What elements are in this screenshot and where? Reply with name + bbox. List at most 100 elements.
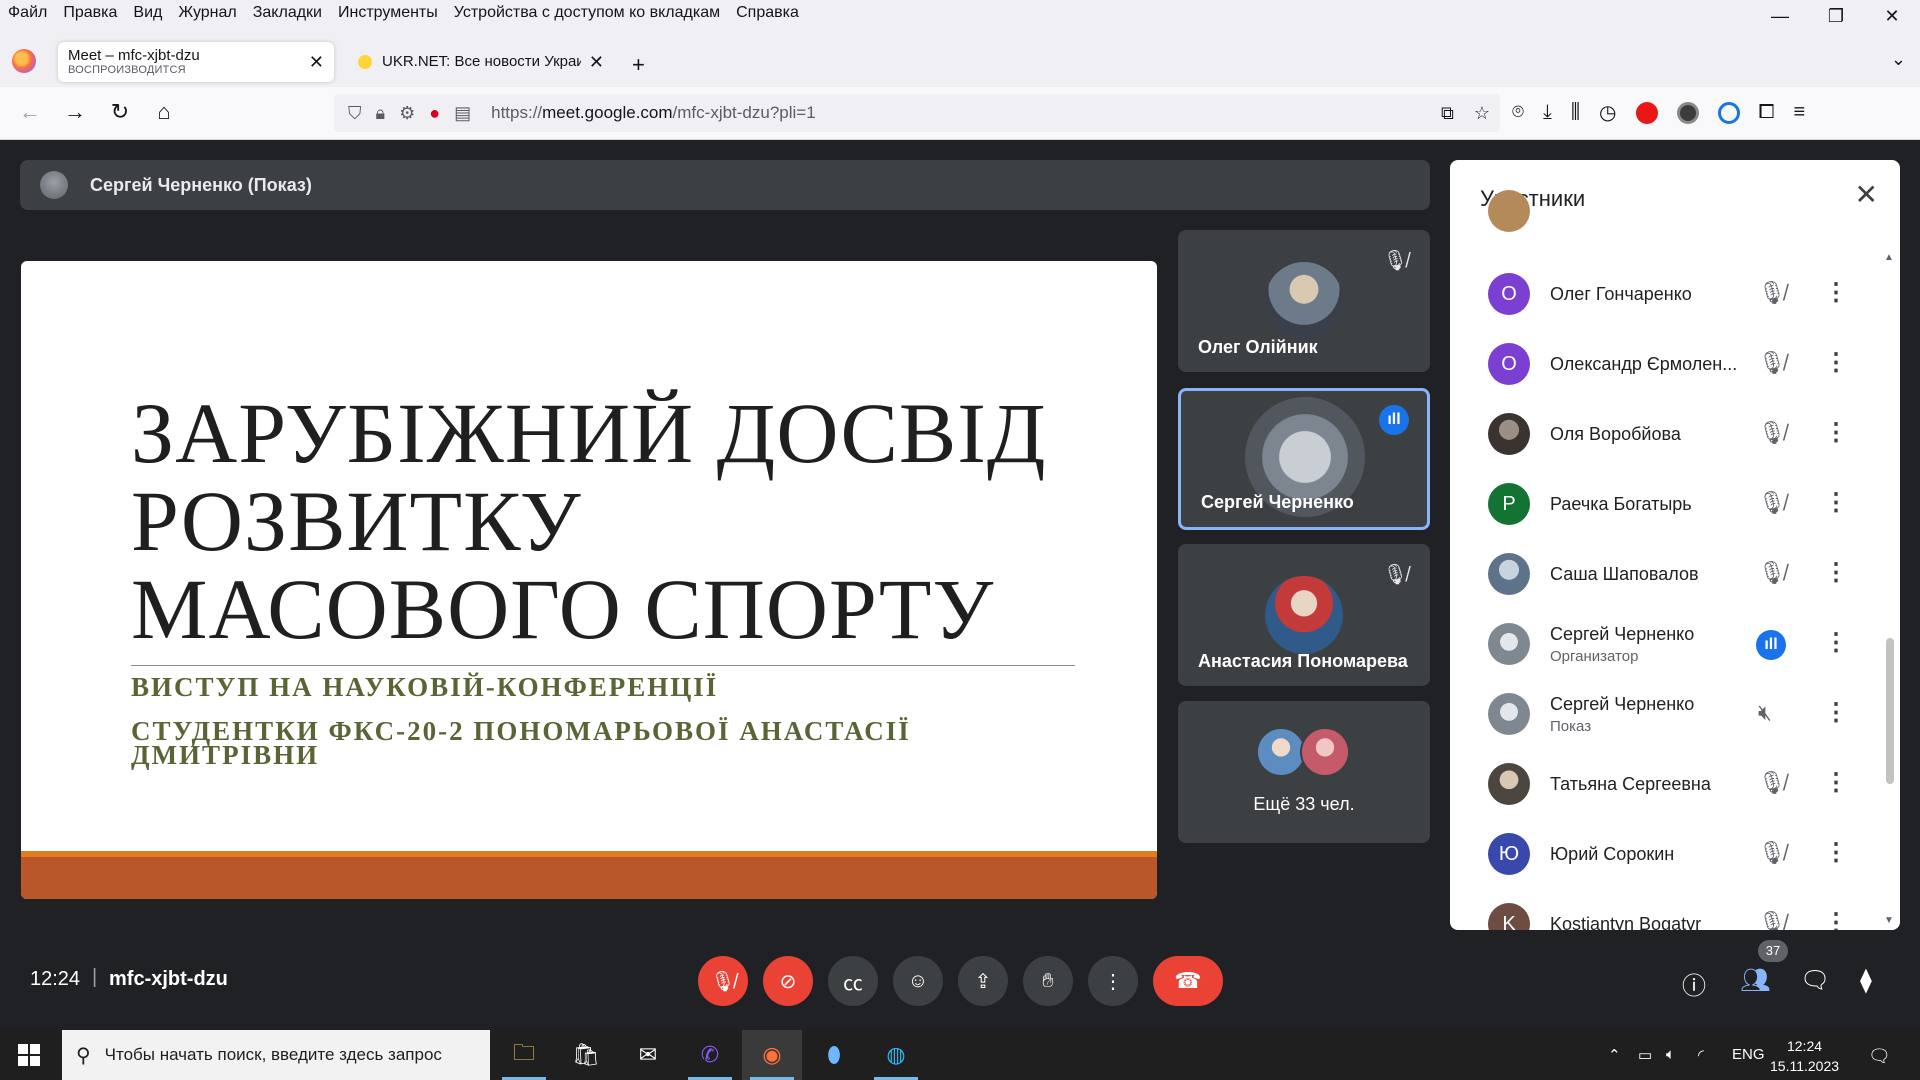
more-options-icon[interactable]: ⋮: [1824, 418, 1848, 447]
home-icon[interactable]: ⌂: [150, 99, 178, 125]
list-item[interactable]: Оля Воробйова 🎙︎̸ ⋮: [1450, 400, 1880, 470]
list-item[interactable]: Ю Юрий Сорокин 🎙︎̸ ⋮: [1450, 820, 1880, 890]
network-icon[interactable]: ◜: [1698, 1046, 1704, 1064]
shield-icon[interactable]: ⛉: [348, 103, 362, 124]
more-options-icon[interactable]: ⋮: [1824, 838, 1848, 867]
more-options-icon[interactable]: ⋮: [1824, 278, 1848, 307]
list-item[interactable]: Р Раечка Богатырь 🎙︎̸ ⋮: [1450, 470, 1880, 540]
more-options-icon[interactable]: ⋮: [1824, 558, 1848, 587]
adblock-extension-icon[interactable]: [1635, 101, 1658, 124]
mail-icon[interactable]: ✉︎: [618, 1030, 678, 1080]
vpn-extension-icon[interactable]: [1717, 101, 1740, 124]
camera-toggle-button[interactable]: ⊘: [763, 956, 813, 1006]
participant-tile[interactable]: 🎙︎̸ Олег Олійник: [1178, 230, 1430, 372]
tab-ukrnet[interactable]: UKR.NET: Все новости Украины ✕: [344, 42, 614, 82]
list-item[interactable]: Сергей Черненко Организатор ıll ⋮: [1450, 610, 1880, 680]
downloads-icon[interactable]: ⤓: [1543, 101, 1552, 124]
menu-tools[interactable]: Инструменты: [330, 0, 446, 25]
bookmark-star-icon[interactable]: ☆: [1474, 103, 1490, 124]
menu-help[interactable]: Справка: [728, 0, 807, 25]
meeting-code[interactable]: mfc-xjbt-dzu: [109, 968, 228, 991]
reload-icon[interactable]: ↻: [106, 99, 134, 125]
participant-role: Организатор: [1550, 648, 1639, 665]
firefox-icon[interactable]: ◉: [742, 1030, 802, 1080]
picture-in-picture-icon[interactable]: ⧉: [1441, 103, 1454, 124]
menu-bookmarks[interactable]: Закладки: [245, 0, 330, 25]
more-options-icon[interactable]: ⋮: [1824, 698, 1848, 727]
battery-icon[interactable]: ▭: [1638, 1046, 1652, 1064]
forward-icon[interactable]: →: [61, 99, 89, 125]
more-options-icon[interactable]: ⋮: [1824, 348, 1848, 377]
more-options-icon[interactable]: ⋮: [1824, 488, 1848, 517]
microphone-icon[interactable]: ●: [429, 103, 440, 124]
scroll-up-icon[interactable]: ▲: [1884, 252, 1894, 263]
volume-icon[interactable]: 🔈︎: [1666, 1046, 1675, 1063]
avatar: [1265, 576, 1343, 654]
windows-start-icon[interactable]: [18, 1044, 40, 1066]
list-item[interactable]: О Олег Гончаренко 🎙︎̸ ⋮: [1450, 260, 1880, 330]
url-bar[interactable]: ⛉ 🔒︎ ⚙ ● ▤ https://meet.google.com/mfc-x…: [334, 94, 1500, 132]
back-icon[interactable]: ←: [16, 99, 44, 125]
slide-subtitle: ДМИТРІВНИ: [131, 740, 320, 770]
participant-tile[interactable]: 🎙︎̸ Анастасия Пономарева: [1178, 544, 1430, 686]
more-options-icon[interactable]: ⋮: [1824, 768, 1848, 797]
firefox-logo-icon[interactable]: [12, 49, 36, 73]
store-icon[interactable]: 🛍︎: [556, 1030, 616, 1080]
participant-tile-active-speaker[interactable]: ıll Сергей Черненко: [1178, 388, 1430, 530]
avatar: [1488, 413, 1530, 455]
captions-button[interactable]: ㏄: [828, 956, 878, 1006]
activities-icon[interactable]: ⧫: [1860, 966, 1872, 995]
new-tab-icon[interactable]: +: [632, 52, 645, 78]
list-item[interactable]: Саша Шаповалов 🎙︎̸ ⋮: [1450, 540, 1880, 610]
list-item[interactable]: О Олександр Єрмолен... 🎙︎̸ ⋮: [1450, 330, 1880, 400]
close-icon[interactable]: ✕: [1855, 178, 1878, 211]
reader-icon[interactable]: ▤: [454, 103, 471, 124]
taskbar-search-input[interactable]: ⚲ Чтобы начать поиск, введите здесь запр…: [62, 1030, 490, 1080]
url-text[interactable]: https://meet.google.com/mfc-xjbt-dzu?pli…: [491, 103, 816, 123]
participants-scrollbar[interactable]: ▲ ▼: [1884, 250, 1896, 928]
present-screen-button[interactable]: ⇪: [958, 956, 1008, 1006]
hamburger-menu-icon[interactable]: ≡: [1794, 101, 1806, 124]
more-options-icon[interactable]: ⋮: [1824, 908, 1848, 930]
close-tab-icon[interactable]: ✕: [589, 52, 604, 73]
list-item[interactable]: Татьяна Сергеевна 🎙︎̸ ⋮: [1450, 750, 1880, 820]
extension-icon[interactable]: [1676, 101, 1699, 124]
lock-icon[interactable]: 🔒︎: [376, 103, 386, 124]
more-options-icon[interactable]: ⋮: [1824, 628, 1848, 657]
more-options-button[interactable]: ⋮: [1088, 956, 1138, 1006]
close-tab-icon[interactable]: ✕: [309, 52, 324, 73]
file-explorer-icon[interactable]: 🗀︎: [494, 1030, 554, 1080]
menu-synced-tabs[interactable]: Устройства с доступом ко вкладкам: [446, 0, 728, 25]
viber-icon[interactable]: ✆: [680, 1030, 740, 1080]
menu-edit[interactable]: Правка: [55, 0, 125, 25]
end-call-button[interactable]: ☎︎: [1153, 956, 1223, 1006]
meeting-info-icon[interactable]: ⓘ: [1682, 966, 1706, 1001]
maps-icon[interactable]: ⬮: [804, 1030, 864, 1080]
menu-file[interactable]: Файл: [0, 0, 55, 25]
scroll-thumb[interactable]: [1886, 638, 1894, 784]
raise-hand-button[interactable]: ✋︎: [1023, 956, 1073, 1006]
notifications-icon[interactable]: 🗨︎: [1868, 1046, 1891, 1067]
list-item[interactable]: Сергей Черненко Показ 🔇︎ ⋮: [1450, 680, 1880, 750]
permissions-icon[interactable]: ⚙: [399, 103, 415, 124]
scroll-down-icon[interactable]: ▼: [1884, 915, 1894, 926]
edge-icon[interactable]: ◍: [866, 1030, 926, 1080]
extensions-puzzle-icon[interactable]: ⧠: [1759, 101, 1775, 124]
tab-meet[interactable]: Meet – mfc-xjbt-dzu ВОСПРОИЗВОДИТСЯ ✕: [58, 42, 334, 200]
people-icon[interactable]: 👥︎: [1740, 966, 1770, 995]
menu-view[interactable]: Вид: [125, 0, 170, 25]
emoji-reaction-button[interactable]: ☺: [893, 956, 943, 1006]
list-item[interactable]: K Kostiantyn Bogatyr 🎙︎̸ ⋮: [1450, 890, 1880, 930]
more-participants-tile[interactable]: Ещё 33 чел.: [1178, 701, 1430, 843]
history-icon[interactable]: ◷: [1599, 100, 1616, 125]
taskbar-clock[interactable]: 12:24 15.11.2023: [1770, 1036, 1839, 1076]
menu-bar: Файл Правка Вид Журнал Закладки Инструме…: [0, 0, 1920, 25]
menu-history[interactable]: Журнал: [170, 0, 244, 25]
input-language[interactable]: ENG: [1732, 1046, 1765, 1063]
show-hidden-icons-icon[interactable]: ⌃: [1608, 1046, 1621, 1064]
pocket-icon[interactable]: ⌾: [1512, 101, 1524, 124]
chevron-down-icon[interactable]: ⌄: [1891, 49, 1906, 70]
library-icon[interactable]: ⫼: [1571, 101, 1580, 124]
chat-icon[interactable]: 🗨︎: [1800, 966, 1830, 995]
mic-toggle-button[interactable]: 🎙︎̸: [698, 956, 748, 1006]
